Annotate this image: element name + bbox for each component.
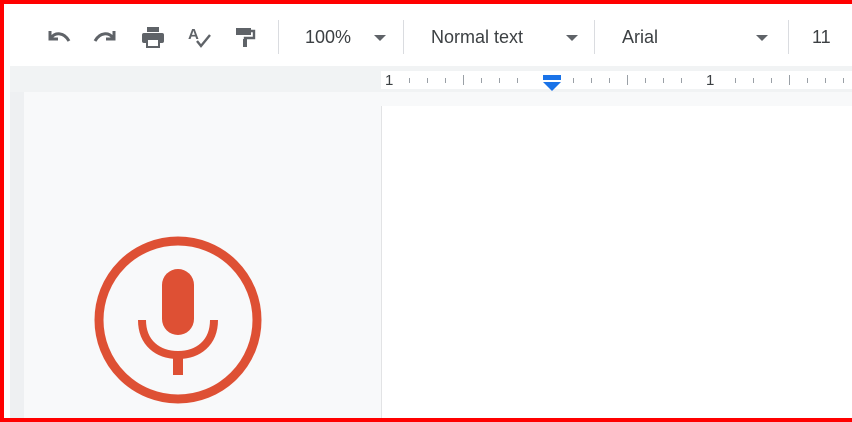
toolbar-separator bbox=[788, 20, 789, 54]
ruler-tick bbox=[463, 75, 464, 85]
ruler-tick bbox=[573, 78, 574, 83]
ruler-label: 1 bbox=[706, 72, 715, 89]
vertical-ruler bbox=[10, 92, 24, 418]
ruler-tick bbox=[427, 78, 428, 83]
ruler-tick bbox=[517, 78, 518, 83]
ruler-tick bbox=[409, 78, 410, 83]
ruler-tick bbox=[481, 78, 482, 83]
ruler-tick bbox=[807, 78, 808, 83]
paint-format-button[interactable] bbox=[228, 20, 262, 54]
print-button[interactable] bbox=[136, 20, 170, 54]
ruler-tick bbox=[735, 78, 736, 83]
toolbar-separator bbox=[594, 20, 595, 54]
font-size-input[interactable]: 11 bbox=[805, 20, 845, 54]
ruler-tick bbox=[771, 78, 772, 83]
document-page[interactable] bbox=[381, 106, 852, 418]
zoom-value: 100% bbox=[305, 26, 352, 47]
paragraph-style-value: Normal text bbox=[431, 26, 524, 47]
microphone-icon bbox=[94, 236, 262, 404]
font-value: Arial bbox=[622, 26, 659, 47]
undo-icon bbox=[48, 31, 71, 42]
ruler-tick bbox=[825, 78, 826, 83]
toolbar-separator bbox=[403, 20, 404, 54]
indent-marker-icon[interactable] bbox=[541, 75, 563, 93]
ruler-tick bbox=[499, 78, 500, 83]
chevron-down-icon bbox=[756, 35, 768, 41]
horizontal-ruler[interactable]: 1 1 bbox=[381, 71, 852, 91]
ruler-label: 1 bbox=[385, 72, 394, 89]
font-select[interactable]: Arial bbox=[610, 20, 780, 54]
spellcheck-icon: A bbox=[188, 26, 211, 48]
spellcheck-button[interactable]: A bbox=[182, 20, 216, 54]
font-size-value: 11 bbox=[812, 26, 831, 47]
ruler-tick bbox=[609, 78, 610, 83]
chevron-down-icon bbox=[566, 35, 578, 41]
paragraph-style-select[interactable]: Normal text bbox=[420, 20, 586, 54]
ruler-tick bbox=[591, 78, 592, 83]
ruler-tick bbox=[843, 78, 844, 83]
ruler-tick bbox=[681, 78, 682, 83]
redo-button[interactable] bbox=[88, 20, 122, 54]
zoom-select[interactable]: 100% bbox=[300, 20, 396, 54]
ruler-tick bbox=[789, 75, 790, 85]
ruler-tick bbox=[445, 78, 446, 83]
undo-button[interactable] bbox=[42, 20, 76, 54]
ruler-tick bbox=[753, 78, 754, 83]
svg-text:A: A bbox=[188, 26, 199, 43]
voice-typing-button[interactable] bbox=[93, 235, 263, 405]
ruler-band: 1 1 bbox=[10, 66, 852, 92]
toolbar: A 100% Normal text Arial 11 bbox=[10, 6, 852, 66]
ruler-tick bbox=[627, 75, 628, 85]
ruler-tick bbox=[645, 78, 646, 83]
paint-format-icon bbox=[236, 28, 256, 47]
print-icon bbox=[142, 27, 164, 48]
chevron-down-icon bbox=[374, 35, 386, 41]
ruler-tick bbox=[663, 78, 664, 83]
redo-icon bbox=[93, 31, 116, 42]
toolbar-separator bbox=[278, 20, 279, 54]
